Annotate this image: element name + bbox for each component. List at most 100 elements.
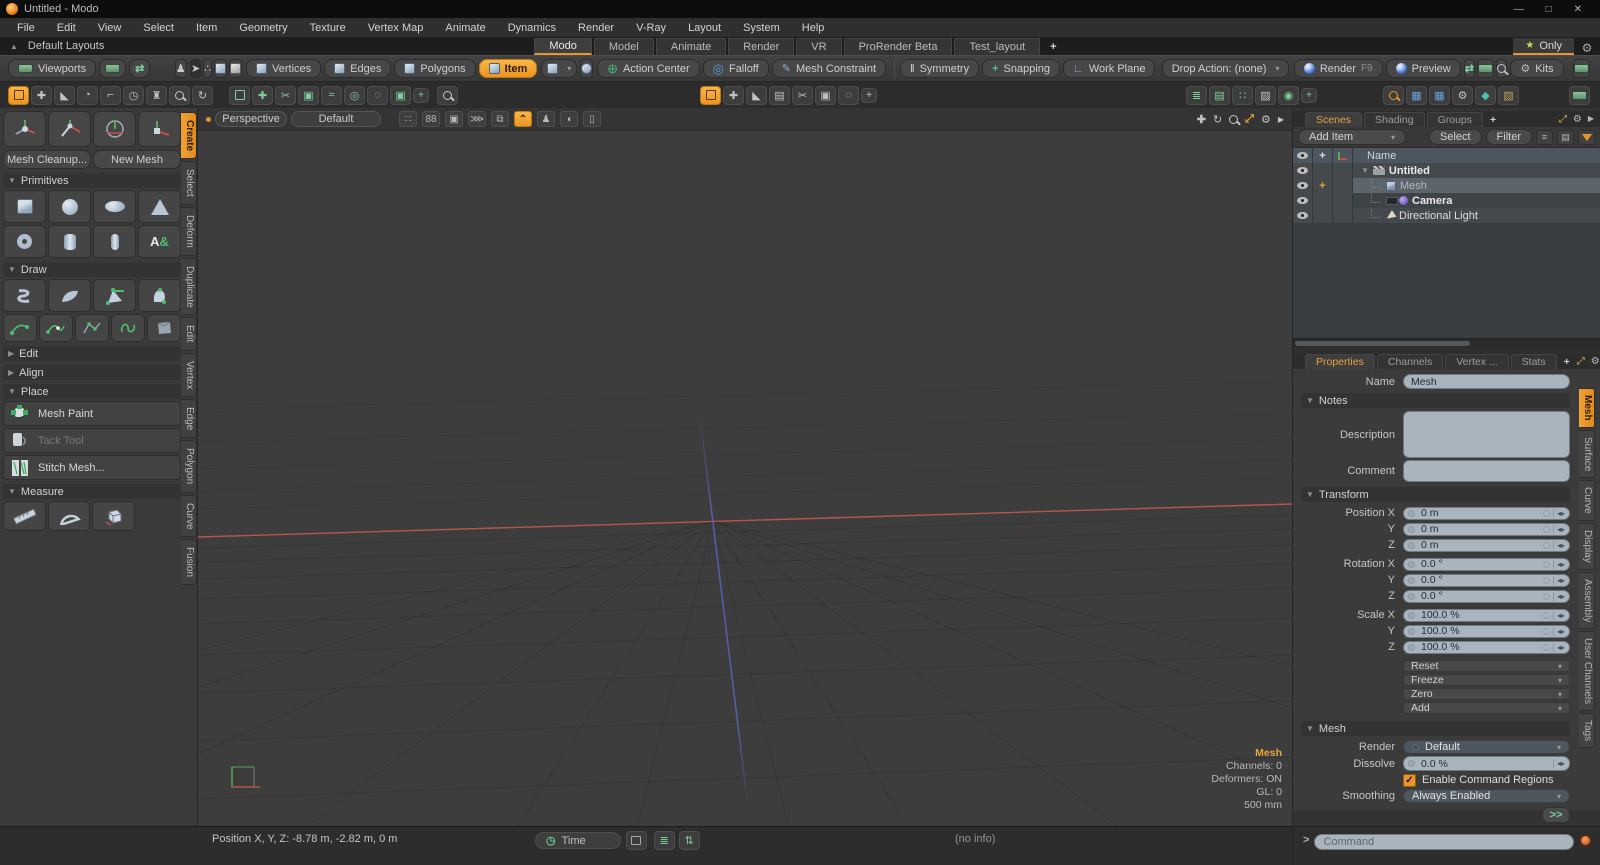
scene-panel-more-icon[interactable]: ▶ <box>1588 114 1594 125</box>
section-notes[interactable]: ▼Notes <box>1301 393 1570 408</box>
draw-curve-button[interactable] <box>3 314 37 342</box>
close-button[interactable]: ✕ <box>1574 4 1582 15</box>
transform-preset-4-button[interactable] <box>138 111 181 147</box>
ghost-spring-icon[interactable]: ≈ <box>321 86 342 105</box>
scrollbar-handle[interactable] <box>1295 341 1470 346</box>
move-tool-icon[interactable]: ✚ <box>31 86 52 105</box>
symmetry-button[interactable]: ‖Symmetry <box>900 59 979 78</box>
tab-vertex-map[interactable]: Vertex ... <box>1445 354 1508 369</box>
actor-mode-icon[interactable]: ♟ <box>175 59 187 78</box>
image-view-icon[interactable]: ▨ <box>1255 86 1276 105</box>
add-item-dropdown[interactable]: Add Item▾ <box>1298 129 1406 145</box>
dissolve-field[interactable]: 0.0 %◂▸ <box>1403 756 1570 771</box>
work-plane-button[interactable]: ∟Work Plane <box>1063 59 1155 78</box>
select-button[interactable]: Select <box>1429 129 1482 145</box>
primitive-torus-button[interactable] <box>3 225 46 258</box>
center-move-tool-icon[interactable]: ✚ <box>723 86 744 105</box>
animation-list-icon[interactable]: ≣ <box>654 831 675 850</box>
add-view-icon[interactable]: + <box>1301 88 1317 103</box>
render-dropdown[interactable]: Default▾ <box>1403 740 1570 754</box>
freeze-dropdown-button[interactable]: Freeze▾ <box>1403 674 1570 686</box>
add-channel-cell[interactable]: + <box>1313 178 1333 193</box>
search-icon[interactable] <box>1383 86 1404 105</box>
ghost-cut-icon[interactable]: ✂ <box>275 86 296 105</box>
menu-system[interactable]: System <box>732 20 791 36</box>
spinner-arrows[interactable]: ◂▸ <box>1553 611 1566 620</box>
gem-icon[interactable]: ◆ <box>1475 86 1496 105</box>
center-add-tool-icon[interactable]: + <box>861 88 877 103</box>
sliders-icon[interactable]: ⇅ <box>679 831 700 850</box>
menu-edit[interactable]: Edit <box>46 20 87 36</box>
add-scene-tab-button[interactable]: + <box>1485 112 1501 127</box>
viewport-settings-gear-icon[interactable]: ⚙ <box>1261 113 1271 126</box>
add-tool-icon[interactable]: + <box>413 88 429 103</box>
copy-view-toggle-icon[interactable]: ⧉ <box>491 111 509 127</box>
position-z-field[interactable]: 0 m◂▸ <box>1403 539 1570 552</box>
ghost-cube-icon[interactable] <box>229 59 242 78</box>
spinner-arrows[interactable]: ◂▸ <box>1553 759 1566 768</box>
tab-edit[interactable]: Edit <box>181 317 197 350</box>
inspect-icon[interactable] <box>437 86 458 105</box>
auto-select-cursor-icon[interactable]: ➤ <box>190 59 201 78</box>
rotation-z-field[interactable]: 0.0 °◂▸ <box>1403 590 1570 603</box>
stamp-tool-icon[interactable]: ♜ <box>146 86 167 105</box>
center-transform-tool-icon[interactable] <box>700 86 721 105</box>
spinner-arrows[interactable]: ◂▸ <box>1553 560 1566 569</box>
list-columns-icon[interactable]: ▤ <box>1557 130 1574 145</box>
ghost-camera-icon[interactable]: ▣ <box>298 86 319 105</box>
measure-dimension-button[interactable] <box>92 501 135 531</box>
menu-layout[interactable]: Layout <box>677 20 732 36</box>
scale-y-field[interactable]: 100.0 %◂▸ <box>1403 625 1570 638</box>
visibility-toggle[interactable] <box>1293 163 1313 178</box>
primitive-cylinder-button[interactable] <box>48 225 91 258</box>
transform-preset-1-button[interactable] <box>3 111 46 147</box>
position-x-field[interactable]: 0 m◂▸ <box>1403 507 1570 520</box>
draw-sketch-loops-button[interactable] <box>111 314 145 342</box>
scale-x-field[interactable]: 100.0 %◂▸ <box>1403 609 1570 622</box>
layout-tab-test-layout[interactable]: Test_layout <box>954 38 1040 55</box>
zero-dropdown-button[interactable]: Zero▾ <box>1403 688 1570 700</box>
properties-gear-icon[interactable]: ⚙ <box>1591 356 1600 367</box>
mode-polygons-button[interactable]: Polygons <box>394 59 475 78</box>
transform-preset-2-button[interactable] <box>48 111 91 147</box>
drop-action-dropdown[interactable]: Drop Action: (none)▾ <box>1162 59 1290 78</box>
scale-z-field[interactable]: 100.0 %◂▸ <box>1403 641 1570 654</box>
section-primitives[interactable]: ▼Primitives <box>3 173 181 188</box>
record-macro-icon[interactable] <box>1579 834 1592 847</box>
list-options-icon[interactable]: ≡ <box>1536 130 1553 145</box>
menu-select[interactable]: Select <box>132 20 185 36</box>
layout-tab-prorender-beta[interactable]: ProRender Beta <box>844 38 953 55</box>
position-y-field[interactable]: 0 m◂▸ <box>1403 523 1570 536</box>
tab-fusion[interactable]: Fusion <box>181 539 197 585</box>
enable-command-regions-row[interactable]: ✓ Enable Command Regions <box>1403 774 1553 787</box>
bone-tool-icon[interactable]: ⌐ <box>100 86 121 105</box>
primitive-cube-button[interactable] <box>3 190 46 223</box>
zoom-view-icon[interactable] <box>1229 115 1238 124</box>
viewport-more-icon[interactable]: ▶ <box>1278 115 1284 124</box>
far-right-panel-icon[interactable] <box>1569 86 1590 105</box>
tab-vertex[interactable]: Vertex <box>181 353 197 397</box>
primitive-sphere-button[interactable] <box>48 190 91 223</box>
green-panel-icon[interactable] <box>1477 59 1494 78</box>
menu-vray[interactable]: V-Ray <box>625 20 677 36</box>
visibility-toggle[interactable] <box>1293 178 1313 193</box>
package-icon[interactable]: ▧ <box>1498 86 1519 105</box>
rotation-y-field[interactable]: 0.0 °◂▸ <box>1403 574 1570 587</box>
section-align[interactable]: ▶Align <box>3 365 181 380</box>
minimize-button[interactable]: — <box>1514 4 1524 15</box>
name-column-header[interactable]: Name <box>1353 148 1600 163</box>
swap-viewports-button[interactable]: ⇄ <box>129 59 150 78</box>
stitch-mesh-tool[interactable]: Stitch Mesh... <box>3 455 181 480</box>
spinner-arrows[interactable]: ◂▸ <box>1553 627 1566 636</box>
side-tab-surface[interactable]: Surface <box>1579 430 1595 478</box>
menu-texture[interactable]: Texture <box>299 20 357 36</box>
rotate-dial-tool-icon[interactable]: ◔ <box>77 86 98 105</box>
camera-view-dropdown[interactable]: Perspective <box>215 111 287 127</box>
add-layout-tab-button[interactable]: + <box>1042 38 1064 55</box>
expand-panel-icon[interactable]: ⤢ <box>1559 114 1567 125</box>
preview-button[interactable]: Preview <box>1386 59 1461 78</box>
section-transform[interactable]: ▼Transform <box>1301 487 1570 502</box>
menu-geometry[interactable]: Geometry <box>228 20 298 36</box>
visibility-column-header[interactable] <box>1293 148 1313 163</box>
scene-item-mesh[interactable]: + Mesh <box>1293 178 1600 193</box>
